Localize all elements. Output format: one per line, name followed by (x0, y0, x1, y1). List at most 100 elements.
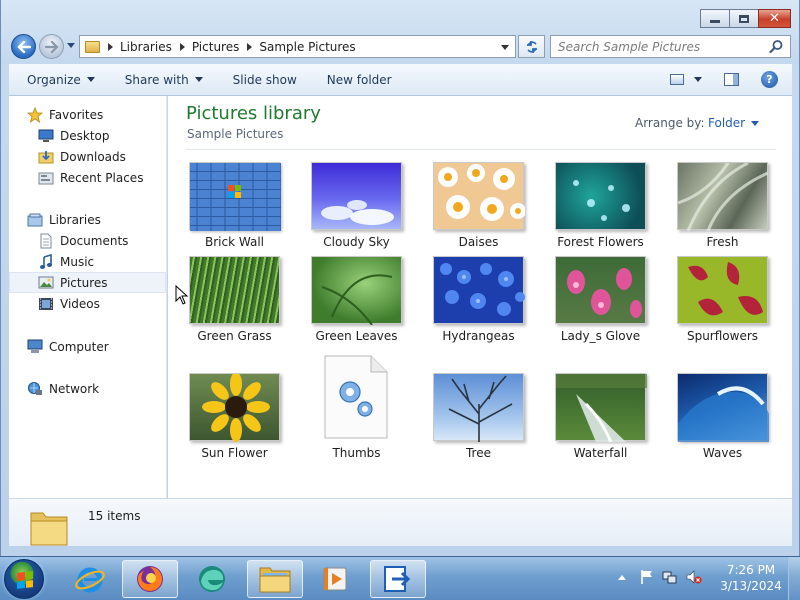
sidebar-item-desktop[interactable]: Desktop (9, 125, 166, 146)
breadcrumb-separator-icon[interactable] (179, 42, 185, 51)
search-input[interactable] (551, 36, 761, 57)
search-icon[interactable] (769, 39, 784, 54)
refresh-button[interactable] (518, 35, 545, 58)
sidebar-item-label: Desktop (60, 128, 110, 143)
file-explorer-icon (259, 567, 291, 593)
network-status-icon[interactable] (662, 569, 678, 585)
search-box[interactable] (550, 35, 791, 58)
sidebar-item-documents[interactable]: Documents (9, 230, 166, 251)
start-button[interactable] (4, 559, 44, 599)
file-name: Thumbs (332, 446, 381, 460)
image-thumbnail (555, 373, 647, 443)
sidebar-item-libraries[interactable]: Libraries (9, 209, 166, 230)
internet-explorer-button[interactable] (62, 560, 118, 598)
sidebar-item-downloads[interactable]: Downloads (9, 146, 166, 167)
clock-date: 3/13/2024 (720, 579, 782, 593)
notification-area (618, 569, 702, 585)
file-name: Hydrangeas (442, 329, 515, 343)
organize-label: Organize (27, 72, 81, 87)
breadcrumb-separator-icon[interactable] (247, 42, 253, 51)
sidebar-item-favorites[interactable]: Favorites (9, 104, 166, 125)
preview-pane-icon[interactable] (724, 73, 739, 86)
recent-pages-dropdown[interactable] (67, 43, 75, 48)
file-item[interactable]: Sun Flower (177, 372, 287, 465)
address-dropdown-icon[interactable] (501, 45, 509, 50)
file-name: Daises (458, 235, 499, 249)
system-clock[interactable]: 7:26 PM 3/13/2024 (716, 562, 786, 594)
title-bar[interactable]: ✕ (1, 0, 799, 32)
minimize-icon (710, 20, 720, 23)
image-thumbnail (677, 256, 768, 324)
chevron-down-icon (751, 120, 760, 126)
organize-button[interactable]: Organize (27, 73, 95, 87)
arrow-left-icon (16, 40, 31, 53)
breadcrumb-pictures[interactable]: Pictures (192, 40, 240, 54)
file-item[interactable]: Forest Flowers (543, 162, 653, 254)
file-item[interactable]: Fresh (665, 161, 775, 254)
file-item[interactable]: Green Leaves (299, 256, 409, 348)
file-item[interactable]: Waves (665, 373, 775, 465)
help-icon[interactable]: ? (761, 71, 778, 88)
breadcrumb-separator-icon[interactable] (108, 42, 113, 51)
address-bar[interactable]: Libraries Pictures Sample Pictures (79, 35, 516, 58)
new-folder-button[interactable]: New folder (327, 73, 392, 87)
navigation-row: Libraries Pictures Sample Pictures (1, 32, 799, 62)
file-name: Waves (702, 446, 743, 460)
sidebar-item-videos[interactable]: Videos (9, 293, 166, 314)
sidebar-item-network[interactable]: Network (9, 378, 166, 399)
file-name: Sun Flower (201, 446, 268, 460)
change-view-icon[interactable] (670, 74, 684, 85)
file-item[interactable]: Spurflowers (665, 256, 775, 348)
file-name: Spurflowers (686, 329, 759, 343)
action-center-flag-icon[interactable] (640, 569, 654, 585)
file-item[interactable]: Daises (421, 162, 531, 254)
sidebar-item-recent-places[interactable]: Recent Places (9, 167, 166, 188)
file-item[interactable]: Cloudy Sky (299, 162, 409, 254)
breadcrumb-sample-pictures[interactable]: Sample Pictures (259, 40, 355, 54)
minimize-button[interactable] (700, 9, 730, 28)
windows-logo-icon (17, 571, 33, 589)
file-item[interactable]: Lady_s Glove (543, 256, 653, 348)
mouse-cursor-icon (175, 285, 189, 305)
file-item[interactable]: Waterfall (543, 373, 653, 465)
edge-button[interactable] (184, 560, 240, 598)
share-with-button[interactable]: Share with (125, 73, 203, 87)
image-thumbnail (311, 162, 402, 230)
sidebar-item-music[interactable]: Music (9, 251, 166, 272)
arrow-right-icon (44, 40, 59, 53)
pictures-icon (38, 275, 54, 291)
sidebar-item-pictures[interactable]: Pictures (9, 272, 166, 293)
back-button[interactable] (11, 34, 36, 59)
file-explorer-button[interactable] (247, 560, 303, 598)
sidebar-item-label: Videos (60, 296, 100, 311)
taskbar: 7:26 PM 3/13/2024 (0, 556, 800, 600)
refresh-icon (526, 40, 537, 53)
media-player-button[interactable] (308, 560, 364, 598)
file-item[interactable]: Green Grass (177, 256, 287, 348)
file-item[interactable]: Tree (421, 373, 531, 465)
file-item[interactable]: Brick Wall (177, 162, 287, 254)
slide-show-button[interactable]: Slide show (233, 73, 297, 87)
firefox-button[interactable] (122, 560, 178, 598)
view-options-dropdown-icon[interactable] (694, 77, 702, 82)
slide-show-label: Slide show (232, 72, 297, 87)
file-name: Forest Flowers (557, 235, 644, 249)
window-controls: ✕ (700, 9, 791, 28)
file-content-area[interactable]: Pictures library Sample Pictures Arrange… (168, 96, 792, 498)
sidebar-item-computer[interactable]: Computer (9, 336, 166, 357)
forward-button[interactable] (39, 34, 64, 59)
show-hidden-icons-icon[interactable] (618, 574, 626, 580)
breadcrumb-libraries[interactable]: Libraries (120, 40, 172, 54)
file-name: Lady_s Glove (560, 329, 641, 343)
app-launcher-button[interactable] (370, 560, 426, 598)
show-desktop-button[interactable] (788, 557, 800, 600)
maximize-button[interactable] (729, 9, 759, 28)
volume-muted-icon[interactable] (686, 569, 702, 585)
file-name: Brick Wall (205, 235, 264, 249)
file-item[interactable]: Thumbs (299, 354, 409, 460)
star-icon (27, 106, 43, 123)
arrange-by-dropdown[interactable]: Folder (708, 116, 760, 130)
close-button[interactable]: ✕ (758, 9, 791, 28)
arrange-by-label: Arrange by: (635, 116, 705, 130)
file-item[interactable]: Hydrangeas (421, 256, 531, 348)
